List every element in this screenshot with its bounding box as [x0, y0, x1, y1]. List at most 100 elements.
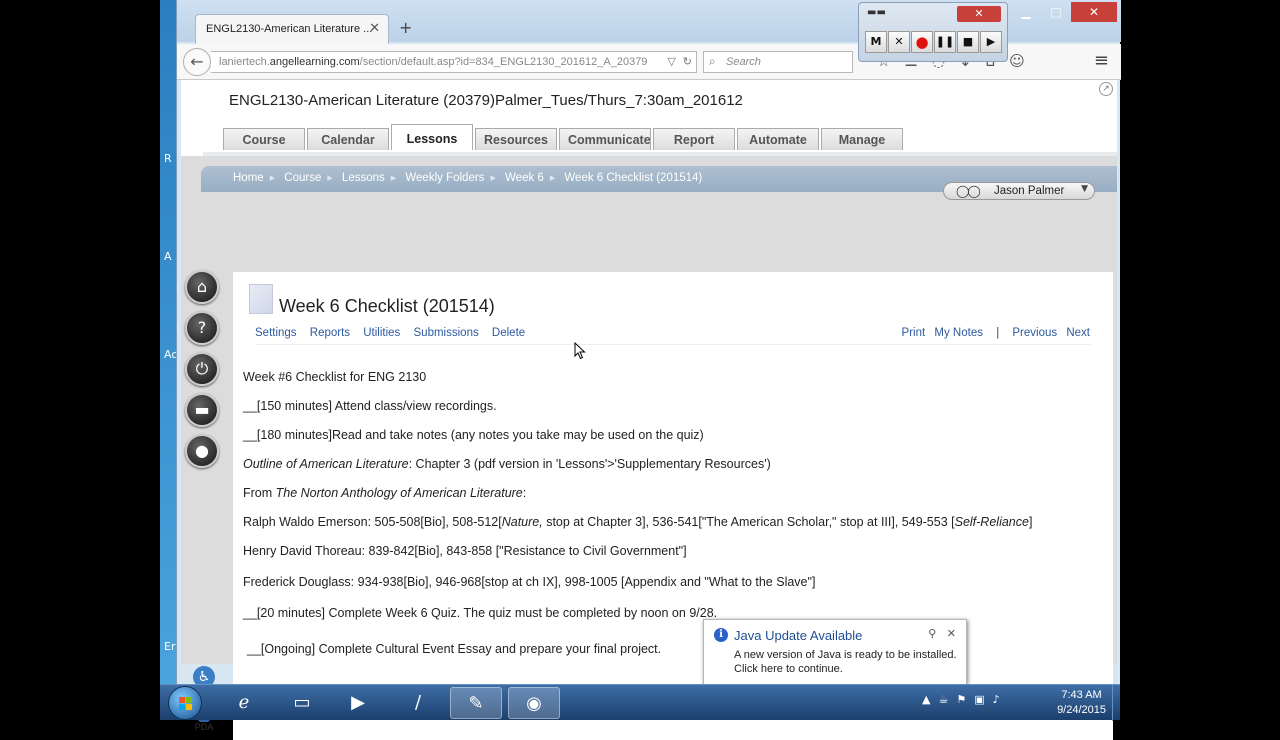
delete-link[interactable]: Delete	[492, 327, 525, 339]
media-player-icon[interactable]: ▶	[332, 687, 384, 719]
stop-button[interactable]: ■	[957, 31, 979, 53]
norton-title: The Norton Anthology of American Literat…	[275, 486, 523, 500]
submissions-link[interactable]: Submissions	[414, 327, 479, 339]
hamburger-menu-icon[interactable]: ≡	[1094, 50, 1109, 71]
minimize-icon[interactable]: ▁	[1011, 2, 1041, 22]
cancel-button[interactable]: ✕	[888, 31, 910, 53]
course-tabs: Course Calendar Lessons Resources Commun…	[223, 124, 905, 150]
reading-douglass: Frederick Douglass: 934-938[Bio], 946-96…	[243, 575, 816, 589]
user-name: Jason Palmer	[994, 185, 1065, 197]
checklist-item: __[150 minutes] Attend class/view record…	[243, 399, 497, 413]
recorder-icon: ▬▬	[867, 7, 886, 18]
desktop-fragment: A	[164, 250, 172, 263]
tab-close-icon[interactable]: ✕	[369, 21, 380, 36]
clock[interactable]: 7:43 AM 9/24/2015	[1057, 688, 1106, 718]
reading-outline: Outline of American Literature: Chapter …	[243, 457, 771, 471]
record-button[interactable]: ●	[911, 31, 933, 53]
power-icon[interactable]: ⏻	[185, 352, 219, 386]
clock-time: 7:43 AM	[1061, 689, 1102, 701]
notification-close-icon[interactable]: ✕	[947, 627, 956, 640]
tray-expand-icon[interactable]: ▲	[922, 693, 930, 706]
ie-icon[interactable]: ℯ	[218, 687, 270, 719]
my-notes-link[interactable]: My Notes	[934, 327, 983, 339]
folder-icon[interactable]: ▬	[185, 393, 219, 427]
explorer-folder-icon[interactable]: ▭	[276, 687, 328, 719]
checklist-item: __[Ongoing] Complete Cultural Event Essa…	[247, 642, 662, 656]
recorder-app-icon[interactable]: ✎	[450, 687, 502, 719]
recorder-controls: M ✕ ● ❚❚ ■ ▶	[865, 31, 1002, 53]
document-icon	[249, 284, 273, 314]
menu-divider	[255, 344, 1091, 345]
tab-calendar[interactable]: Calendar	[307, 128, 389, 150]
previous-link[interactable]: Previous	[1012, 327, 1057, 339]
utilities-link[interactable]: Utilities	[363, 327, 400, 339]
screen-recorder: ▬▬ ✕ M ✕ ● ❚❚ ■ ▶	[858, 2, 1008, 62]
notification-message: A new version of Java is ready to be ins…	[734, 649, 957, 675]
content-menu: Settings Reports Utilities Submissions D…	[255, 327, 535, 339]
window-controls: ▁ □ ✕	[1011, 2, 1117, 22]
reload-icon[interactable]: ↻	[683, 55, 692, 68]
java-tray-icon[interactable]: ☕	[938, 693, 948, 706]
label-pda: PDA	[194, 722, 214, 732]
pause-button[interactable]: ❚❚	[934, 31, 956, 53]
url-bar[interactable]: laniertech.angellearning.com/section/def…	[211, 51, 697, 73]
reports-link[interactable]: Reports	[310, 327, 350, 339]
start-button-icon[interactable]	[168, 686, 202, 720]
tab-automate[interactable]: Automate	[737, 128, 819, 150]
info-icon: i	[714, 628, 728, 642]
firefox-icon[interactable]: ◉	[508, 687, 560, 719]
url-controls: ▽ ↻	[667, 55, 692, 68]
maximize-icon[interactable]: □	[1041, 2, 1071, 22]
breadcrumb-separator-icon: ▶	[390, 174, 397, 182]
taskbar: ℯ ▭ ▶ / ✎ ◉ ▲ ☕ ⚑ ▣ ♪ 7:43 AM 9/24/2015	[160, 684, 1120, 721]
breadcrumb-lessons[interactable]: Lessons	[342, 172, 385, 184]
settings-link[interactable]: Settings	[255, 327, 297, 339]
tab-lessons[interactable]: Lessons	[391, 124, 473, 150]
help-icon[interactable]: ?	[185, 311, 219, 345]
breadcrumb: Home ▶ Course ▶ Lessons ▶ Weekly Folders ▶ W…	[233, 172, 706, 184]
mouse-cursor-icon	[574, 342, 586, 360]
volume-icon[interactable]: ♪	[993, 693, 1000, 706]
browser-window: ENGL2130-American Literature ... ✕ + ▁ □…	[176, 0, 1121, 740]
tab-title: ENGL2130-American Literature ...	[206, 23, 373, 35]
link-separator: |	[996, 327, 1000, 339]
search-input[interactable]: ⌕ Search	[703, 51, 853, 73]
person-icon[interactable]: ●	[185, 434, 219, 468]
notification-title: Java Update Available	[734, 628, 863, 643]
tab-report[interactable]: Report	[653, 128, 735, 150]
chat-icon[interactable]: ☺	[1009, 52, 1025, 70]
home-nav-icon[interactable]: ⌂	[185, 270, 219, 304]
show-desktop-button[interactable]	[1112, 685, 1120, 721]
breadcrumb-course[interactable]: Course	[284, 172, 321, 184]
new-tab-icon[interactable]: +	[399, 18, 412, 37]
back-arrow-icon[interactable]: ←	[183, 48, 211, 76]
tab-manage[interactable]: Manage	[821, 128, 903, 150]
flag-icon[interactable]: ⚑	[956, 693, 966, 706]
play-button[interactable]: ▶	[980, 31, 1002, 53]
user-menu[interactable]: ◯◯ Jason Palmer ▼	[943, 182, 1095, 200]
left-nav: ⌂ ? ⏻ ▬ ●	[185, 270, 221, 475]
browser-tab[interactable]: ENGL2130-American Literature ... ✕	[195, 14, 389, 44]
wand-app-icon[interactable]: /	[392, 687, 444, 719]
java-update-notification[interactable]: i Java Update Available ⚲ ✕ A new versio…	[703, 619, 967, 685]
dropdown-icon[interactable]: ▽	[667, 55, 675, 68]
expand-icon[interactable]: ↗	[1099, 82, 1113, 96]
breadcrumb-home[interactable]: Home	[233, 172, 264, 184]
options-icon[interactable]: ⚲	[928, 627, 936, 640]
breadcrumb-weekly-folders[interactable]: Weekly Folders	[405, 172, 484, 184]
letterbox-right	[1120, 0, 1280, 720]
window-close-icon[interactable]: ✕	[1071, 2, 1117, 22]
tab-resources[interactable]: Resources	[475, 128, 557, 150]
network-icon[interactable]: ▣	[974, 693, 984, 706]
reading-thoreau: Henry David Thoreau: 839-842[Bio], 843-8…	[243, 544, 687, 558]
page-title: Week 6 Checklist (201514)	[279, 296, 495, 316]
tab-course[interactable]: Course	[223, 128, 305, 150]
recorder-close-icon[interactable]: ✕	[957, 6, 1001, 22]
marker-button[interactable]: M	[865, 31, 887, 53]
course-frame: Home ▶ Course ▶ Lessons ▶ Weekly Folders ▶ W…	[181, 156, 1117, 740]
breadcrumb-separator-icon: ▶	[327, 174, 333, 182]
print-link[interactable]: Print	[902, 327, 926, 339]
breadcrumb-week-6[interactable]: Week 6	[505, 172, 544, 184]
next-link[interactable]: Next	[1066, 327, 1090, 339]
tab-communicate[interactable]: Communicate	[559, 128, 651, 150]
